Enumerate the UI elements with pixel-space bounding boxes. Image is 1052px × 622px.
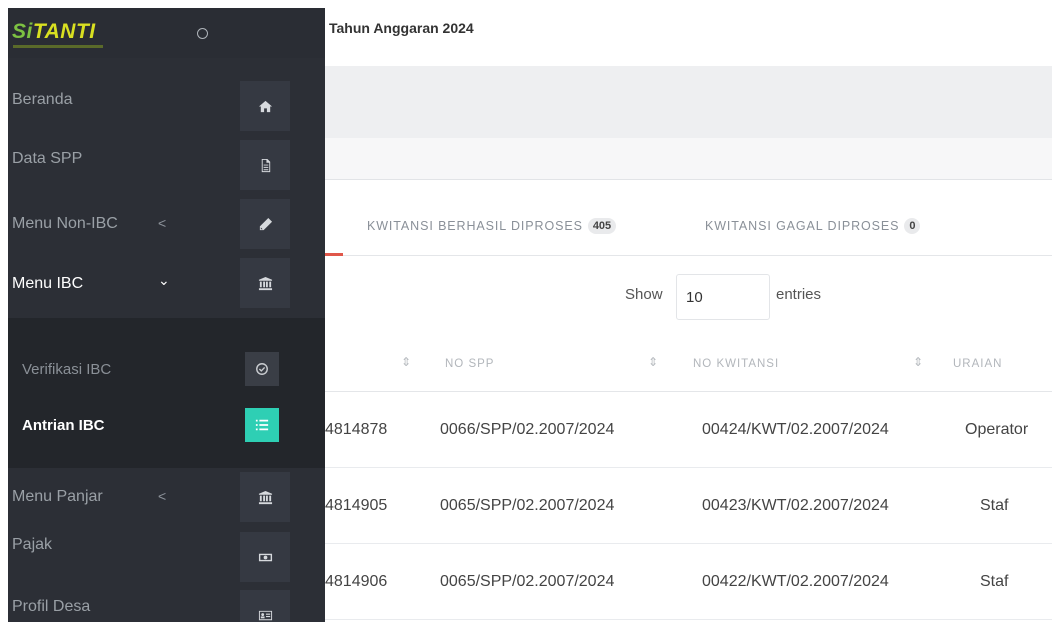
sort-icon[interactable]: ⇕ (913, 355, 923, 369)
sidebar-toggle-icon[interactable] (197, 28, 208, 39)
entries-label: entries (776, 286, 822, 303)
table-row[interactable]: 4814878 0066/SPP/02.2007/2024 00424/KWT/… (325, 392, 1052, 468)
app-window: SiTANTI Beranda Data SPP Menu Non-IBC < (0, 0, 1052, 622)
sidebar-item-menu-ibc[interactable]: Menu IBC ⌄ (8, 258, 325, 308)
logo-tagline-bar (13, 45, 103, 48)
column-header-no-spp[interactable]: NO SPP (445, 358, 494, 370)
entries-select[interactable]: 10 (676, 274, 770, 320)
cell-id: 4814905 (325, 497, 388, 514)
sidebar-item-label: Beranda (12, 91, 73, 108)
logo-prefix: Si (12, 20, 33, 43)
page-title: Tahun Anggaran 2024 (329, 20, 474, 36)
cell-uraian: Operator (965, 421, 1029, 438)
logo-bar: SiTANTI (8, 8, 325, 58)
id-card-icon[interactable] (240, 590, 290, 622)
list-icon[interactable] (245, 408, 279, 442)
sidebar: SiTANTI Beranda Data SPP Menu Non-IBC < (8, 8, 325, 622)
logo-name: TANTI (32, 20, 96, 43)
chevron-left-icon: < (158, 488, 167, 504)
sidebar-item-menu-panjar[interactable]: Menu Panjar < (8, 472, 325, 522)
bank-icon[interactable] (240, 258, 290, 308)
cell-id: 4814878 (325, 421, 388, 438)
chevron-left-icon: < (158, 215, 167, 231)
header-band (325, 66, 1052, 138)
submenu-item-antrian-ibc[interactable]: Antrian IBC (8, 406, 325, 446)
table-header: ⇕ NO SPP ⇕ NO KWITANSI ⇕ URAIAN (325, 335, 1052, 392)
column-header-uraian[interactable]: URAIAN (953, 358, 1002, 370)
column-header-no-kwitansi[interactable]: NO KWITANSI (693, 358, 779, 370)
cell-no-spp: 0065/SPP/02.2007/2024 (440, 573, 615, 590)
main-content: Tahun Anggaran 2024 KWITANSI BERHASIL DI… (325, 0, 1052, 622)
cell-no-spp: 0065/SPP/02.2007/2024 (440, 497, 615, 514)
cell-no-spp: 0066/SPP/02.2007/2024 (440, 421, 615, 438)
tab-kwitansi-gagal[interactable]: KWITANSI GAGAL DIPROSES 0 (705, 218, 921, 234)
submenu-ibc: Verifikasi IBC Antrian IBC (8, 318, 325, 468)
check-circle-icon[interactable] (245, 352, 279, 386)
app-logo[interactable]: SiTANTI (12, 20, 96, 44)
tab-bar: KWITANSI BERHASIL DIPROSES 405 KWITANSI … (325, 180, 1052, 256)
sidebar-item-menu-non-ibc[interactable]: Menu Non-IBC < (8, 199, 325, 249)
cell-no-kwitansi: 00423/KWT/02.2007/2024 (702, 497, 889, 514)
sidebar-item-data-spp[interactable]: Data SPP (8, 140, 325, 190)
sidebar-item-label: Data SPP (12, 150, 83, 167)
table-row[interactable]: 4814906 0065/SPP/02.2007/2024 00422/KWT/… (325, 544, 1052, 620)
top-header: Tahun Anggaran 2024 (325, 8, 1052, 66)
count-badge: 405 (587, 218, 617, 234)
cell-uraian: Staf (980, 573, 1009, 590)
cell-no-kwitansi: 00424/KWT/02.2007/2024 (702, 421, 889, 438)
submenu-item-verifikasi-ibc[interactable]: Verifikasi IBC (8, 350, 325, 390)
tab-kwitansi-berhasil[interactable]: KWITANSI BERHASIL DIPROSES 405 (367, 218, 617, 234)
pen-icon[interactable] (240, 199, 290, 249)
cell-no-kwitansi: 00422/KWT/02.2007/2024 (702, 573, 889, 590)
cell-uraian: Staf (980, 497, 1009, 514)
show-label: Show (625, 286, 663, 303)
sidebar-item-profil-desa[interactable]: Profil Desa (8, 590, 325, 622)
chevron-down-icon: ⌄ (158, 272, 170, 288)
home-icon[interactable] (240, 81, 290, 131)
sidebar-item-beranda[interactable]: Beranda (8, 81, 325, 131)
active-tab-indicator (325, 253, 343, 256)
sidebar-item-label: Menu Non-IBC (12, 215, 118, 232)
sidebar-item-label: Profil Desa (12, 598, 91, 615)
breadcrumb-band (325, 138, 1052, 180)
sort-icon[interactable]: ⇕ (401, 355, 411, 369)
sort-icon[interactable]: ⇕ (648, 355, 658, 369)
bank-icon[interactable] (240, 472, 290, 522)
cell-id: 4814906 (325, 573, 388, 590)
count-badge: 0 (904, 218, 921, 234)
sidebar-item-pajak[interactable]: Pajak (8, 532, 325, 582)
submenu-item-label: Verifikasi IBC (22, 361, 112, 378)
file-icon[interactable] (240, 140, 290, 190)
sidebar-item-label: Menu IBC (12, 275, 84, 292)
sidebar-item-label: Menu Panjar (12, 488, 103, 505)
table-length-control: Show 10 entries (325, 270, 1052, 320)
sidebar-item-label: Pajak (12, 536, 53, 553)
submenu-item-label: Antrian IBC (22, 417, 105, 434)
tab-label: KWITANSI GAGAL DIPROSES (705, 219, 900, 233)
table-row[interactable]: 4814905 0065/SPP/02.2007/2024 00423/KWT/… (325, 468, 1052, 544)
tab-label: KWITANSI BERHASIL DIPROSES (367, 219, 583, 233)
money-icon[interactable] (240, 532, 290, 582)
